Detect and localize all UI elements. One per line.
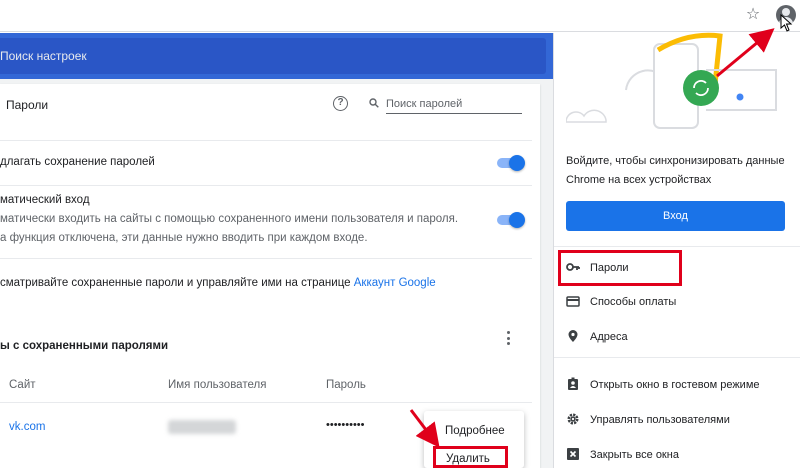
password-search-input[interactable] [386, 95, 522, 114]
sync-prompt-line-2: Chrome на всех устройствах [566, 174, 712, 186]
divider [0, 185, 532, 186]
browser-toolbar: ☆ [0, 0, 800, 32]
saved-passwords-title: ы с сохраненными паролями [0, 340, 169, 352]
column-header-username: Имя пользователя [168, 379, 267, 391]
blurred-username [168, 420, 236, 434]
guest-badge-icon [568, 377, 578, 390]
popup-item-addresses[interactable]: Адреса [590, 331, 628, 343]
close-box-icon [567, 448, 579, 460]
autologin-description-2: а функция отключена, эти данные нужно вв… [0, 232, 368, 244]
credit-card-icon [566, 296, 580, 307]
divider [0, 140, 532, 141]
column-header-site: Сайт [9, 379, 36, 391]
masked-password: •••••••••• [326, 419, 365, 431]
divider [0, 402, 532, 403]
popup-divider [554, 357, 800, 358]
popup-item-payment[interactable]: Способы оплаты [590, 296, 676, 308]
help-icon[interactable]: ? [333, 96, 348, 111]
signin-button[interactable]: Вход [566, 201, 785, 231]
sync-illustration [566, 32, 777, 129]
manage-passwords-prefix: сматривайте сохраненные пароли и управля… [0, 277, 354, 289]
manage-passwords-text: сматривайте сохраненные пароли и управля… [0, 277, 436, 289]
star-icon[interactable]: ☆ [744, 6, 762, 24]
settings-search-input[interactable]: Поиск настроек [0, 49, 87, 63]
autologin-toggle[interactable] [497, 212, 525, 228]
google-account-link[interactable]: Аккаунт Google [354, 277, 436, 289]
popup-item-manage-users[interactable]: Управлять пользователями [590, 414, 730, 426]
delete-highlight-box [433, 446, 508, 468]
autologin-title: матический вход [0, 194, 90, 206]
passwords-highlight-box [558, 250, 682, 286]
divider [0, 258, 532, 259]
location-pin-icon [568, 330, 578, 342]
page-title: Пароли [6, 98, 49, 112]
offer-save-label: длагать сохранение паролей [0, 156, 155, 168]
search-icon [369, 98, 379, 108]
popup-divider [554, 246, 800, 247]
gear-icon [567, 413, 579, 425]
sync-prompt-line-1: Войдите, чтобы синхронизировать данные [566, 155, 785, 167]
menu-item-details[interactable]: Подробнее [445, 425, 505, 437]
offer-save-toggle[interactable] [497, 155, 525, 171]
autologin-description: матически входить на сайты с помощью сох… [0, 213, 459, 225]
column-header-password: Пароль [326, 379, 366, 391]
more-options-icon[interactable] [505, 331, 511, 347]
popup-item-close-all[interactable]: Закрыть все окна [590, 449, 679, 461]
popup-item-guest[interactable]: Открыть окно в гостевом режиме [590, 379, 760, 391]
saved-site-link[interactable]: vk.com [9, 421, 45, 433]
